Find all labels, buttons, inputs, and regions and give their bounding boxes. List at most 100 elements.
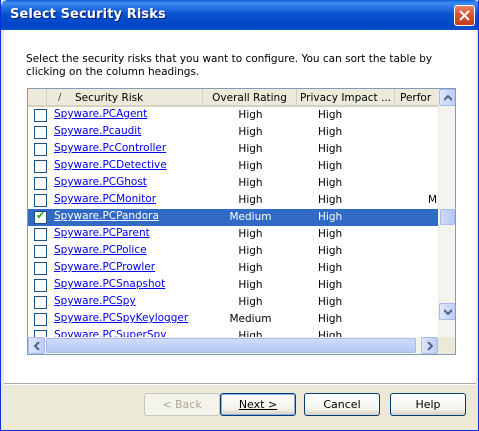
security-risk-table: / Security Risk Overall Rating Privacy I…	[27, 88, 456, 355]
privacy-impact-cell: High	[318, 279, 343, 291]
button-separator	[4, 383, 476, 385]
overall-rating-cell: High	[238, 262, 263, 274]
privacy-impact-cell: High	[318, 143, 343, 155]
cancel-button[interactable]: Cancel	[304, 393, 380, 416]
scroll-up-icon	[444, 95, 452, 101]
scrollbar-corner	[438, 337, 455, 354]
risk-name-link[interactable]: Spyware.PCDetective	[54, 159, 167, 171]
row-checkbox[interactable]	[34, 296, 47, 309]
column-header-privacy-impact[interactable]: Privacy Impact ...	[297, 89, 395, 107]
privacy-impact-cell: High	[318, 313, 343, 325]
overall-rating-cell: Medium	[229, 313, 272, 325]
privacy-impact-cell: High	[318, 262, 343, 274]
scroll-left-button[interactable]	[28, 337, 45, 354]
row-checkbox[interactable]	[34, 126, 47, 139]
privacy-impact-cell: High	[318, 296, 343, 308]
row-checkbox[interactable]	[34, 313, 47, 326]
row-checkbox[interactable]	[34, 279, 47, 292]
table-row[interactable]: Spyware.PCSnapshot High High	[28, 277, 438, 294]
scroll-left-icon	[34, 342, 40, 350]
privacy-impact-cell: High	[318, 109, 343, 121]
horizontal-scrollbar[interactable]	[28, 337, 438, 354]
overall-rating-cell: High	[238, 109, 263, 121]
window-title: Select Security Risks	[10, 7, 166, 22]
row-checkbox[interactable]	[34, 194, 47, 207]
column-header-label: Security Risk	[75, 92, 144, 104]
risk-name-link[interactable]: Spyware.PCParent	[54, 227, 150, 239]
risk-name-link[interactable]: Spyware.PcController	[54, 142, 166, 154]
table-row[interactable]: Spyware.PcController High High	[28, 141, 438, 158]
scroll-right-button[interactable]	[421, 337, 438, 354]
next-button-label: Next >	[238, 398, 278, 411]
privacy-impact-cell: High	[318, 228, 343, 240]
horizontal-scroll-thumb[interactable]	[46, 338, 416, 353]
column-header-overall-rating[interactable]: Overall Rating	[203, 89, 297, 107]
table-row[interactable]: Spyware.PCProwler High High	[28, 260, 438, 277]
table-row[interactable]: Spyware.PCMonitor High High M	[28, 192, 438, 209]
overall-rating-cell: High	[238, 228, 263, 240]
overall-rating-cell: High	[238, 245, 263, 257]
overall-rating-cell: High	[238, 177, 263, 189]
sort-indicator-icon: /	[58, 92, 62, 103]
overall-rating-cell: High	[238, 194, 263, 206]
row-checkbox[interactable]	[34, 262, 47, 275]
row-checkbox[interactable]	[34, 143, 47, 156]
overall-rating-cell: High	[238, 126, 263, 138]
overall-rating-cell: High	[238, 279, 263, 291]
help-button[interactable]: Help	[390, 393, 466, 416]
privacy-impact-cell: High	[318, 211, 343, 223]
table-row[interactable]: Spyware.PCDetective High High	[28, 158, 438, 175]
table-row[interactable]: Spyware.PCSpyKeylogger Medium High	[28, 311, 438, 328]
privacy-impact-cell: High	[318, 245, 343, 257]
row-checkbox[interactable]	[34, 109, 47, 122]
row-checkbox[interactable]	[34, 177, 47, 190]
table-row[interactable]: Spyware.PCPandora Medium High	[28, 209, 438, 226]
performance-cell: M	[428, 194, 438, 206]
table-row[interactable]: Spyware.PCPolice High High	[28, 243, 438, 260]
table-row[interactable]: Spyware.PCAgent High High	[28, 107, 438, 124]
overall-rating-cell: High	[238, 143, 263, 155]
next-button[interactable]: Next >	[220, 393, 296, 416]
row-checkbox[interactable]	[34, 228, 47, 241]
close-icon	[459, 10, 470, 21]
privacy-impact-cell: High	[318, 177, 343, 189]
overall-rating-cell: High	[238, 296, 263, 308]
privacy-impact-cell: High	[318, 160, 343, 172]
scroll-down-icon	[444, 309, 452, 315]
table-row[interactable]: Spyware.PCParent High High	[28, 226, 438, 243]
risk-name-link[interactable]: Spyware.PCAgent	[54, 108, 147, 120]
table-row[interactable]: Spyware.PCGhost High High	[28, 175, 438, 192]
vertical-scroll-thumb[interactable]	[440, 209, 455, 225]
privacy-impact-cell: High	[318, 194, 343, 206]
content-panel: Select the security risks that you want …	[4, 30, 476, 383]
close-button[interactable]	[454, 5, 475, 26]
row-checkbox[interactable]	[34, 160, 47, 173]
instruction-text: Select the security risks that you want …	[26, 53, 433, 78]
risk-name-link[interactable]: Spyware.PCProwler	[54, 261, 155, 273]
dialog-window: Select Security Risks Select the securit…	[0, 0, 479, 431]
title-bar[interactable]: Select Security Risks	[1, 0, 478, 30]
risk-name-link[interactable]: Spyware.Pcaudit	[54, 125, 141, 137]
privacy-impact-cell: High	[318, 126, 343, 138]
back-button[interactable]: < Back	[144, 393, 220, 416]
risk-name-link[interactable]: Spyware.PCMonitor	[54, 193, 156, 205]
table-row[interactable]: Spyware.Pcaudit High High	[28, 124, 438, 141]
scroll-up-button[interactable]	[439, 89, 455, 106]
scroll-right-icon	[427, 342, 433, 350]
column-header-security-risk[interactable]: / Security Risk	[47, 89, 203, 107]
risk-name-link[interactable]: Spyware.PCPolice	[54, 244, 147, 256]
table-row[interactable]: Spyware.PCSpy High High	[28, 294, 438, 311]
risk-name-link[interactable]: Spyware.PCSnapshot	[54, 278, 165, 290]
risk-name-link[interactable]: Spyware.PCGhost	[54, 176, 147, 188]
risk-name-link[interactable]: Spyware.PCPandora	[54, 210, 159, 222]
row-checkbox[interactable]	[34, 245, 47, 258]
table-body: Spyware.PCAgent High High Spyware.Pcaudit Hi…	[28, 107, 438, 339]
column-header-check[interactable]	[28, 89, 47, 107]
scroll-down-button[interactable]	[439, 303, 455, 320]
vertical-scrollbar[interactable]	[438, 89, 455, 337]
risk-name-link[interactable]: Spyware.PCSpy	[54, 295, 136, 307]
risk-name-link[interactable]: Spyware.PCSpyKeylogger	[54, 312, 188, 324]
dialog-client: Select the security risks that you want …	[4, 30, 476, 428]
overall-rating-cell: Medium	[229, 211, 272, 223]
row-checkbox[interactable]	[34, 209, 47, 224]
